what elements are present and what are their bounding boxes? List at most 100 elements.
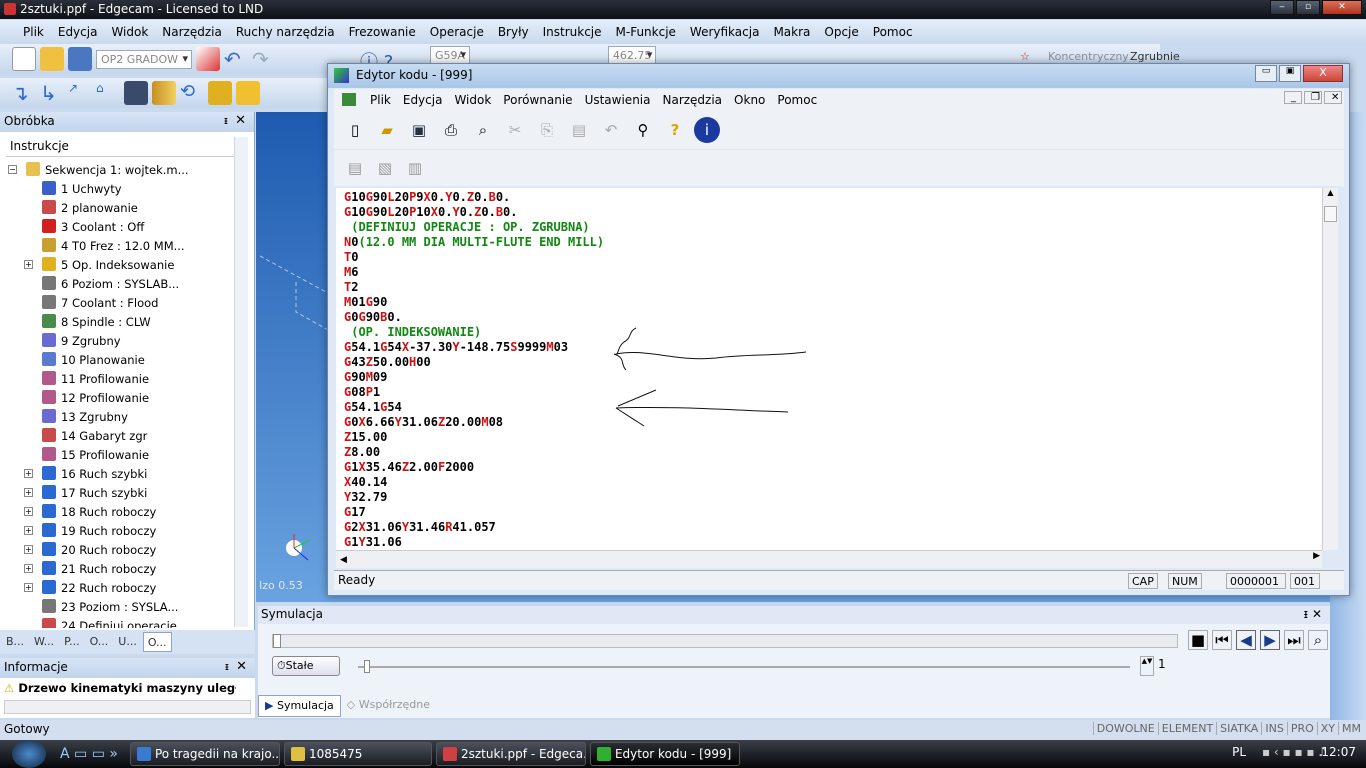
code-horizontal-scrollbar[interactable]: ◀ ▶ <box>336 550 1322 568</box>
doc-minimize-button[interactable]: _ <box>1284 91 1302 104</box>
tree-node[interactable]: 15 Profilowanie <box>6 445 234 464</box>
tree-node[interactable]: 14 Gabaryt zgr <box>6 426 234 445</box>
tree-node[interactable]: 23 Poziom : SYSLA... <box>6 597 234 616</box>
code-line[interactable]: M6 <box>336 265 1322 280</box>
paste-icon[interactable]: ▤ <box>566 117 592 143</box>
menu-item[interactable]: Widok <box>104 25 155 39</box>
strategy-label-concentric[interactable]: Koncentryczny <box>1048 50 1129 63</box>
language-indicator[interactable]: PL <box>1232 745 1246 759</box>
tree-node[interactable]: +5 Op. Indeksowanie <box>6 255 234 274</box>
editor-minimize-button[interactable]: ▭ <box>1255 65 1277 82</box>
tree-node[interactable]: 11 Profilowanie <box>6 369 234 388</box>
code-line[interactable]: G0X6.66Y31.06Z20.00M08 <box>336 415 1322 430</box>
eraser-icon[interactable] <box>196 47 220 71</box>
code-line[interactable]: G90M09 <box>336 370 1322 385</box>
info-hscrollbar[interactable] <box>4 700 251 714</box>
menu-item[interactable]: Ruchy narzędzia <box>229 25 342 39</box>
menu-item[interactable]: M-Funkcje <box>609 25 683 39</box>
play-button[interactable]: ▶ <box>1260 630 1280 650</box>
close-sim-icon[interactable]: ᵻ ✕ <box>1304 607 1322 621</box>
fixture-icon[interactable]: ⟲ <box>180 81 204 105</box>
renumber-icon[interactable]: ▤ <box>342 155 368 181</box>
code-line[interactable]: G10G90L20P9X0.Y0.Z0.B0. <box>336 190 1322 205</box>
editor-maximize-button[interactable]: ▣ <box>1279 65 1301 82</box>
code-line[interactable]: G43Z50.00H00 <box>336 355 1322 370</box>
menu-item[interactable]: Bryły <box>491 25 536 39</box>
drilling-icon[interactable] <box>236 81 260 105</box>
tree-node[interactable]: 2 planowanie <box>6 198 234 217</box>
code-text-area[interactable]: G10G90L20P9X0.Y0.Z0.B0. G10G90L20P10X0.Y… <box>336 188 1322 550</box>
expand-icon[interactable]: + <box>24 260 33 269</box>
quicklaunch-icons[interactable]: A ▭ ▭ » <box>60 746 118 762</box>
doc-restore-button[interactable]: ❐ <box>1304 91 1322 104</box>
minimize-button[interactable]: ‒ <box>1270 0 1294 15</box>
tree-node[interactable]: +21 Ruch roboczy <box>6 559 234 578</box>
tree-root-node[interactable]: − Sekwencja 1: wojtek.m... <box>6 160 234 179</box>
transfer-icon[interactable]: ▥ <box>402 155 428 181</box>
editor-menu-item[interactable]: Narzędzia <box>656 93 728 107</box>
copy-icon[interactable]: ⎘ <box>534 117 560 143</box>
strategy-icon[interactable]: ☆ <box>1020 50 1034 63</box>
tool-home-icon[interactable]: ⌂ <box>96 81 120 105</box>
menu-item[interactable]: Opcje <box>817 25 865 39</box>
editor-close-button[interactable]: X <box>1303 65 1343 82</box>
slider-thumb[interactable] <box>273 634 281 648</box>
simulation-progress-slider[interactable] <box>272 634 1178 648</box>
tree-node[interactable]: +19 Ruch roboczy <box>6 521 234 540</box>
menu-item[interactable]: Instrukcje <box>536 25 609 39</box>
new-file-icon[interactable] <box>12 47 36 71</box>
tab-simulation[interactable]: ▶ Symulacja <box>258 695 341 717</box>
print-icon[interactable]: ⎙ <box>438 117 464 143</box>
code-line[interactable]: G1X35.46Z2.00F2000 <box>336 460 1322 475</box>
redo-icon[interactable]: ↷ <box>252 47 276 71</box>
tool-change-icon[interactable] <box>124 81 148 105</box>
code-line[interactable]: G08P1 <box>336 385 1322 400</box>
tool-icon[interactable] <box>152 81 176 105</box>
code-line[interactable]: T2 <box>336 280 1322 295</box>
taskbar-button[interactable]: 1085475 <box>283 742 432 766</box>
collapse-icon[interactable]: − <box>8 165 17 174</box>
code-line[interactable]: G10G90L20P10X0.Y0.Z0.B0. <box>336 205 1322 220</box>
code-line[interactable]: (OP. INDEKSOWANIE) <box>336 325 1322 340</box>
menu-item[interactable]: Edycja <box>51 25 105 39</box>
start-button[interactable] <box>12 740 46 768</box>
code-line[interactable]: T0 <box>336 250 1322 265</box>
editor-menu-item[interactable]: Ustawienia <box>579 93 657 107</box>
code-vertical-scrollbar[interactable]: ▲ <box>1322 188 1338 550</box>
taskbar-button[interactable]: Edytor kodu - [999] <box>589 742 740 766</box>
pin-icon[interactable]: ᵻ <box>224 114 228 127</box>
expand-icon[interactable]: + <box>24 564 33 573</box>
operation-combo[interactable]: OP2 GRADOW <box>96 49 192 69</box>
panel-tab[interactable]: P... <box>60 632 83 652</box>
code-line[interactable]: G2X31.06Y31.46R41.057 <box>336 520 1322 535</box>
zoom-icon[interactable]: ⌕ <box>1308 630 1328 650</box>
expand-icon[interactable]: + <box>24 583 33 592</box>
menu-item[interactable]: Makra <box>766 25 817 39</box>
menu-item[interactable]: Operacje <box>423 25 491 39</box>
feed-move-icon[interactable]: ↳ <box>40 81 64 105</box>
pin-icon[interactable]: ᵻ <box>225 660 229 673</box>
tree-node[interactable]: 13 Zgrubny <box>6 407 234 426</box>
rapid-move-icon[interactable]: ↴ <box>12 81 36 105</box>
menu-item[interactable]: Weryfikacja <box>683 25 767 39</box>
code-line[interactable]: N0(12.0 MM DIA MULTI-FLUTE END MILL) <box>336 235 1322 250</box>
save-icon[interactable]: ▣ <box>406 117 432 143</box>
tree-node[interactable]: 4 T0 Frez : 12.0 MM... <box>6 236 234 255</box>
code-line[interactable]: Z8.00 <box>336 445 1322 460</box>
panel-tab[interactable]: U... <box>114 632 141 652</box>
tray-icons[interactable]: ▪ ‹ ▪ ▪ ▪ ♪ <box>1262 745 1326 759</box>
maximize-button[interactable]: ▫ <box>1296 0 1320 15</box>
taskbar-button[interactable]: Po tragedii na krajo... <box>129 742 280 766</box>
tab-coordinates[interactable]: ◇ Współrzędne <box>341 695 436 717</box>
menu-item[interactable]: Frezowanie <box>342 25 423 39</box>
code-line[interactable]: Z15.00 <box>336 430 1322 445</box>
tree-column-header[interactable]: Instrukcje <box>6 137 246 157</box>
panel-tab[interactable]: B... <box>2 632 28 652</box>
tree-node[interactable]: 9 Zgrubny <box>6 331 234 350</box>
code-line[interactable]: G54.1G54 <box>336 400 1322 415</box>
close-info-icon[interactable]: ✕ <box>236 659 247 674</box>
editor-menu-item[interactable]: Porównanie <box>497 93 578 107</box>
tree-scrollbar[interactable] <box>234 137 248 627</box>
tree-node[interactable]: +18 Ruch roboczy <box>6 502 234 521</box>
tree-node[interactable]: +17 Ruch szybki <box>6 483 234 502</box>
